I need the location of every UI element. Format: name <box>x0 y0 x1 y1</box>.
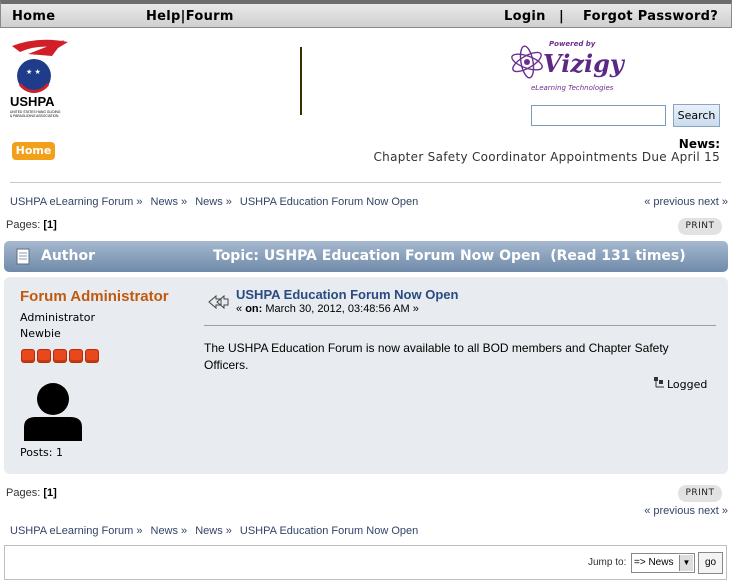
post-date: « on: March 30, 2012, 03:48:56 AM » <box>236 303 419 315</box>
nav-home-link[interactable]: Home <box>12 9 55 24</box>
news-label: News: <box>678 137 720 151</box>
logged-label: Logged <box>667 378 708 391</box>
breadcrumb: USHPA eLearning Forum» News» News» USHPA… <box>10 196 419 208</box>
post-container: Forum Administrator Administrator Newbie… <box>4 277 728 474</box>
current-page[interactable]: [1] <box>43 219 56 231</box>
current-page-bottom[interactable]: [1] <box>43 487 56 499</box>
avatar-icon <box>24 383 82 441</box>
breadcrumb-news-subboard[interactable]: News <box>195 525 223 537</box>
print-button[interactable]: PRINT <box>678 218 722 235</box>
nav-login-link[interactable]: Login <box>504 9 546 24</box>
svg-text:eLearning Technologies: eLearning Technologies <box>531 84 614 92</box>
logo-text: USHPA <box>10 94 55 109</box>
star-icon <box>85 349 99 363</box>
breadcrumb-forum[interactable]: USHPA eLearning Forum <box>10 196 133 208</box>
breadcrumb-bottom: USHPA eLearning Forum» News» News» USHPA… <box>10 525 419 537</box>
header-rule <box>10 182 721 183</box>
post-icon <box>208 294 229 310</box>
post-body: The USHPA Education Forum is now availab… <box>204 341 669 372</box>
star-icon <box>53 349 67 363</box>
poster-role: Administrator <box>20 311 95 324</box>
search-input[interactable] <box>531 105 666 126</box>
document-icon <box>16 248 30 265</box>
author-column-header: Author <box>41 248 95 264</box>
post-divider <box>204 325 716 326</box>
posts-count: Posts: 1 <box>20 446 63 459</box>
dropdown-arrow-icon: ▼ <box>679 555 693 571</box>
topic-header-bar: Author Topic: USHPA Education Forum Now … <box>4 241 728 272</box>
breadcrumb-topic[interactable]: USHPA Education Forum Now Open <box>240 196 418 208</box>
header-divider <box>300 47 302 115</box>
nav-separator: | <box>559 9 564 24</box>
home-button[interactable]: Home <box>12 142 55 160</box>
ushpa-logo[interactable]: ★ ★ USHPA UNITED STATES HANG GLIDING & P… <box>8 34 86 120</box>
search-button[interactable]: Search <box>673 104 720 127</box>
breadcrumb-news-board[interactable]: News <box>151 196 179 208</box>
breadcrumb-forum[interactable]: USHPA eLearning Forum <box>10 525 133 537</box>
jump-to-label: Jump to: <box>588 557 627 568</box>
svg-text:& PARAGLIDING ASSOCIATION: & PARAGLIDING ASSOCIATION <box>10 114 59 118</box>
star-icon <box>37 349 51 363</box>
breadcrumb-news-subboard[interactable]: News <box>195 196 223 208</box>
vizigy-logo[interactable]: Powered by Vizigy eLearning Technologies <box>505 38 633 94</box>
prev-next-links[interactable]: « previous next » <box>644 196 728 208</box>
top-nav-bar: Home Help|Fourm Login | Forgot Password? <box>0 0 732 28</box>
jump-to-box: Jump to: => News ▼ go <box>4 545 727 580</box>
prev-next-links-bottom[interactable]: « previous next » <box>644 505 728 517</box>
nav-help-forum-link[interactable]: Help|Fourm <box>146 9 234 24</box>
nav-forgot-password-link[interactable]: Forgot Password? <box>583 9 718 24</box>
star-icon <box>21 349 35 363</box>
jump-go-button[interactable]: go <box>698 552 723 574</box>
jump-to-select[interactable]: => News ▼ <box>631 553 695 573</box>
rank-stars <box>21 349 99 363</box>
post-title-link[interactable]: USHPA Education Forum Now Open <box>236 287 458 302</box>
breadcrumb-news-board[interactable]: News <box>151 525 179 537</box>
news-text: Chapter Safety Coordinator Appointments … <box>373 150 720 164</box>
svg-text:★ ★: ★ ★ <box>26 68 41 76</box>
breadcrumb-topic[interactable]: USHPA Education Forum Now Open <box>240 525 418 537</box>
svg-text:Powered by: Powered by <box>549 40 596 48</box>
pagination-bottom: Pages: [1] <box>6 487 57 499</box>
topic-title-header: Topic: USHPA Education Forum Now Open (R… <box>213 248 686 264</box>
ip-logged-icon <box>654 377 664 388</box>
print-button-bottom[interactable]: PRINT <box>678 485 722 502</box>
pagination: Pages: [1] <box>6 219 57 231</box>
poster-name[interactable]: Forum Administrator <box>20 288 169 305</box>
poster-rank: Newbie <box>20 327 61 340</box>
svg-text:Vizigy: Vizigy <box>543 49 626 78</box>
star-icon <box>69 349 83 363</box>
